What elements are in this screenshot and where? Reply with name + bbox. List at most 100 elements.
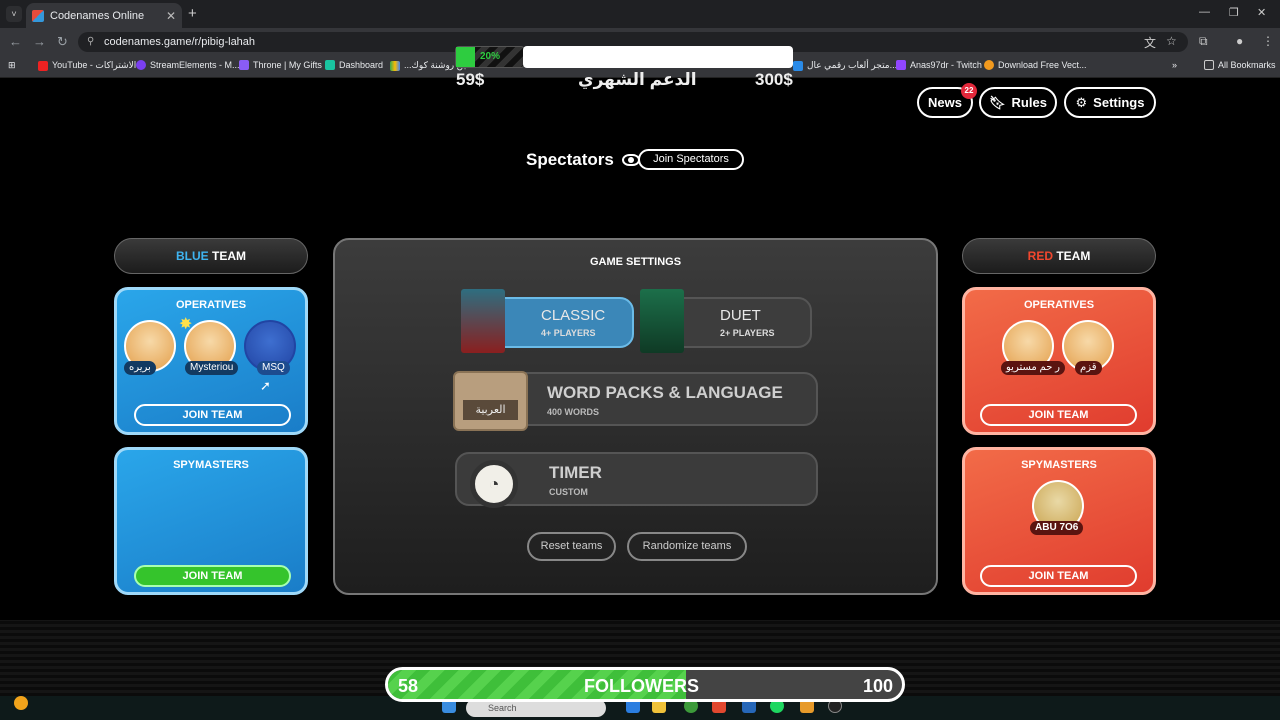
red-operatives-title: OPERATIVES xyxy=(1023,299,1095,311)
donation-goal-bar: 20% xyxy=(455,46,525,68)
bookmark-label: Download Free Vect... xyxy=(998,60,1087,70)
mode-subtitle: 4+ PLAYERS xyxy=(541,328,596,338)
language-card-text: العربية xyxy=(463,400,518,420)
bookmark-label: متجر ألعاب رقمي عال... xyxy=(807,60,898,70)
donation-target: 300$ xyxy=(755,70,793,89)
player-name: MSQ xyxy=(257,361,290,375)
taskbar-search-placeholder: Search xyxy=(488,703,517,713)
timer-subtitle: CUSTOM xyxy=(549,487,588,497)
close-window-icon[interactable]: ✕ xyxy=(1257,6,1266,19)
spectators-title: Spectators xyxy=(526,150,614,169)
extensions-icon[interactable]: ⧉ xyxy=(1199,34,1208,49)
language-card-image: العربية xyxy=(453,371,528,431)
followers-current: 58 xyxy=(398,676,419,696)
red-operatives-card: OPERATIVES ر حم مستريو قزم JOIN TEAM xyxy=(962,287,1156,435)
donation-goal-percent: 20% xyxy=(480,51,501,62)
bookmark-icon: 🔖︎ xyxy=(989,94,1006,110)
new-tab-button[interactable]: + xyxy=(188,5,197,22)
donation-label: الدعم الشهري xyxy=(578,70,697,89)
back-icon[interactable]: ← xyxy=(9,34,22,49)
apps-icon[interactable]: ⊞ xyxy=(8,60,16,71)
weather-icon[interactable] xyxy=(14,696,28,710)
close-tab-icon[interactable]: ✕ xyxy=(166,9,176,23)
maximize-icon[interactable]: ❐ xyxy=(1229,6,1239,19)
player-name: Mysteriou xyxy=(185,361,239,375)
gear-icon: ⚙ xyxy=(1075,94,1088,110)
bookmark-twitch[interactable]: Anas97dr - Twitch xyxy=(896,60,982,70)
news-label: News xyxy=(928,95,962,110)
bookmark-label: Throne | My Gifts xyxy=(253,60,322,70)
red-spymasters-card: SPYMASTERS ABU 7O6 JOIN TEAM xyxy=(962,447,1156,595)
word-packs-title: WORD PACKS & LANGUAGE xyxy=(547,383,783,402)
blue-operatives-card: OPERATIVES بريره Mysteriou ✸ MSQ ➚ JOIN … xyxy=(114,287,308,435)
blue-team-title-word: TEAM xyxy=(212,249,246,263)
bookmark-store[interactable]: متجر ألعاب رقمي عال... xyxy=(793,60,897,71)
minimize-icon[interactable]: — xyxy=(1199,6,1210,18)
donation-current: 59$ xyxy=(456,70,485,89)
game-settings-title: GAME SETTINGS xyxy=(589,256,682,268)
duet-box-image xyxy=(640,289,684,353)
classic-box-image xyxy=(461,289,505,353)
browser-tab-bar: ˅ Codenames Online ✕ + — ❐ ✕ xyxy=(0,0,1280,28)
bookmark-streamelements[interactable]: StreamElements - M... xyxy=(136,60,240,70)
bookmark-vectors[interactable]: Download Free Vect... xyxy=(984,60,1087,70)
followers-goal-bar: 58 FOLLOWERS 100 xyxy=(385,667,905,702)
red-team-header: RED TEAM xyxy=(962,238,1156,274)
tab-title: Codenames Online xyxy=(50,9,145,22)
forward-icon[interactable]: → xyxy=(33,34,46,49)
followers-goal: 100 xyxy=(863,676,894,696)
mode-title: CLASSIC xyxy=(541,307,606,324)
bookmark-label: Anas97dr - Twitch xyxy=(910,60,982,70)
bookmark-youtube[interactable]: YouTube - الاشتراكات xyxy=(38,60,136,71)
overlay-banner xyxy=(523,46,793,68)
browser-tab[interactable]: Codenames Online ✕ xyxy=(26,3,182,28)
mode-title: DUET xyxy=(720,307,761,324)
news-badge: 22 xyxy=(961,83,977,99)
blue-spymasters-card: SPYMASTERS JOIN TEAM xyxy=(114,447,308,595)
profile-avatar[interactable]: ● xyxy=(1236,34,1243,48)
bookmark-star-icon[interactable]: ☆ xyxy=(1166,34,1177,48)
reset-teams-button[interactable]: Reset teams xyxy=(527,532,616,561)
player-name: ر حم مستريو xyxy=(1001,361,1065,375)
followers-label: FOLLOWERS xyxy=(584,676,699,696)
blue-spymasters-title: SPYMASTERS xyxy=(173,459,249,471)
bookmark-throne[interactable]: Throne | My Gifts xyxy=(239,60,322,70)
mode-subtitle: 2+ PLAYERS xyxy=(720,328,775,338)
red-spymasters-title: SPYMASTERS xyxy=(1021,459,1097,471)
star-icon: ✸ xyxy=(179,316,193,333)
red-join-spymasters-button[interactable]: JOIN TEAM xyxy=(980,565,1137,587)
join-spectators-button[interactable]: Join Spectators xyxy=(638,149,744,170)
tab-list-button[interactable]: ˅ xyxy=(6,6,22,22)
bookmark-label: YouTube - الاشتراكات xyxy=(52,60,137,70)
red-team-color-word: RED xyxy=(1027,249,1053,263)
blue-join-operatives-button[interactable]: JOIN TEAM xyxy=(134,404,291,426)
blue-join-spymasters-button[interactable]: JOIN TEAM xyxy=(134,565,291,587)
red-join-operatives-button[interactable]: JOIN TEAM xyxy=(980,404,1137,426)
menu-icon[interactable]: ⋮ xyxy=(1262,34,1274,48)
red-team-title-word: TEAM xyxy=(1056,249,1091,263)
donation-goal-fill xyxy=(456,47,476,67)
settings-label: Settings xyxy=(1093,95,1145,110)
codenames-favicon-icon xyxy=(32,9,44,22)
player-name: بريره xyxy=(124,361,156,375)
rules-button[interactable]: 🔖︎ Rules xyxy=(979,87,1057,118)
site-info-icon[interactable]: ⚲ xyxy=(87,32,94,52)
chevron-right-icon[interactable]: » xyxy=(1172,60,1177,70)
translate-icon[interactable]: 文 xyxy=(1144,34,1156,51)
url-text: codenames.game/r/pibig-lahah xyxy=(104,36,256,48)
game-settings-panel: GAME SETTINGS CLASSIC 4+ PLAYERS DUET 2+… xyxy=(333,238,938,595)
all-bookmarks-label: All Bookmarks xyxy=(1218,60,1276,70)
all-bookmarks[interactable]: All Bookmarks xyxy=(1204,60,1276,70)
reload-icon[interactable]: ↻ xyxy=(57,34,68,50)
blue-team-color-word: BLUE xyxy=(175,249,209,263)
word-packs-subtitle: 400 WORDS xyxy=(547,407,600,417)
randomize-teams-button[interactable]: Randomize teams xyxy=(627,532,747,561)
bookmark-label: StreamElements - M... xyxy=(150,60,240,70)
news-button[interactable]: News 22 xyxy=(917,83,977,118)
bookmark-dashboard[interactable]: Dashboard xyxy=(325,60,383,70)
screen: ˅ Codenames Online ✕ + — ❐ ✕ ← → ↻ ⚲ cod… xyxy=(0,0,1280,720)
rules-label: Rules xyxy=(1011,95,1047,110)
blue-team-header: BLUE TEAM xyxy=(114,238,308,274)
mouse-cursor-icon: ➚ xyxy=(260,378,271,393)
settings-button[interactable]: ⚙ Settings xyxy=(1064,87,1156,118)
